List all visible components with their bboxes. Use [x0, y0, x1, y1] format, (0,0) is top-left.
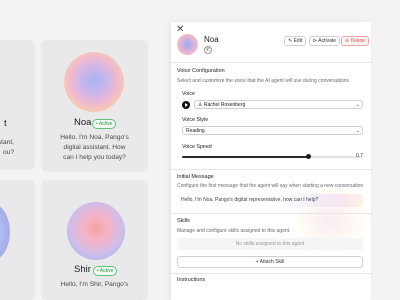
initial-message-field[interactable]: Hello, I'm Noa, Pango's digital represen… [177, 194, 363, 207]
voice-select[interactable]: ♙ Rachel Rosenberg ⌄ [194, 100, 363, 109]
agent-card-partial-top[interactable]: t rsonal assistant, ou? [0, 40, 35, 170]
desc-line: can I help you today? [63, 154, 126, 161]
agent-avatar-orb [67, 202, 125, 260]
desc-line: Hello, I'm Shir, Pango's [60, 281, 129, 288]
voice-style-select[interactable]: Reading ⌄ [182, 126, 363, 135]
section-description: Select and customize the voice that the … [177, 78, 350, 84]
agent-name: t [4, 118, 7, 129]
status-badge: • Active [92, 119, 117, 129]
delete-button[interactable]: ⊖ Delete [341, 36, 370, 46]
chevron-down-icon: ⌄ [355, 128, 360, 134]
slider-fill [182, 156, 308, 158]
divider [171, 169, 371, 170]
activate-button[interactable]: ⊳ Activate [309, 36, 341, 46]
desc-line: ou? [2, 149, 14, 156]
section-title-instructions: Instructions [177, 277, 206, 283]
section-description: Configure the first message that the age… [177, 183, 364, 189]
section-description: Manage and configure skills assigned to … [177, 228, 291, 234]
play-icon[interactable] [182, 101, 190, 109]
agent-card-shir[interactable]: Shir • Active Hello, I'm Shir, Pango's [41, 180, 148, 300]
agent-name: Shir [74, 264, 91, 275]
phone-icon[interactable]: ✆ [204, 46, 212, 54]
section-title-initial-message: Initial Message [177, 174, 214, 180]
section-title-voice-configuration: Voice Configuration [177, 68, 225, 74]
voice-style-value: Reading [186, 128, 205, 134]
voice-speed-label: Voice Speed [182, 144, 212, 150]
agent-description: rsonal assistant, ou? [0, 138, 14, 158]
divider [171, 62, 371, 63]
voice-label: Voice [182, 91, 195, 97]
agent-description: Hello, I'm Shir, Pango's [41, 280, 148, 290]
slider-thumb[interactable] [306, 154, 311, 159]
divider [171, 273, 371, 274]
desc-line: Hello, I'm Noa, Pango's [60, 134, 129, 141]
attach-skill-button[interactable]: + Attach Skill [177, 256, 363, 268]
agent-title: Noa [204, 35, 219, 44]
status-badge: • Active [93, 266, 118, 276]
agent-avatar-orb [64, 52, 124, 112]
voice-speed-value: 0.7 [356, 153, 363, 159]
voice-style-label: Voice Style [182, 117, 209, 123]
close-icon[interactable]: ✕ [176, 25, 184, 35]
divider [171, 213, 371, 214]
agent-avatar [177, 34, 198, 55]
agent-card-partial-bottom[interactable] [0, 180, 35, 300]
desc-line: rsonal assistant, [0, 139, 14, 146]
chevron-down-icon: ⌄ [355, 102, 360, 108]
agent-description: Hello, I'm Noa, Pango's digital assistan… [41, 133, 148, 163]
voice-select-value: Rachel Rosenberg [203, 102, 246, 108]
agent-avatar-orb [0, 202, 10, 262]
section-title-skills: Skills [177, 218, 190, 224]
edit-button[interactable]: ✎ Edit [284, 36, 307, 46]
agent-name: Noa [74, 117, 92, 128]
voice-speed-slider[interactable] [182, 154, 362, 159]
skills-empty-state: No skills assigned to this agent [177, 238, 363, 250]
agent-card-noa[interactable]: Noa • Active Hello, I'm Noa, Pango's dig… [41, 40, 148, 172]
desc-line: digital assistant. How [63, 144, 126, 151]
